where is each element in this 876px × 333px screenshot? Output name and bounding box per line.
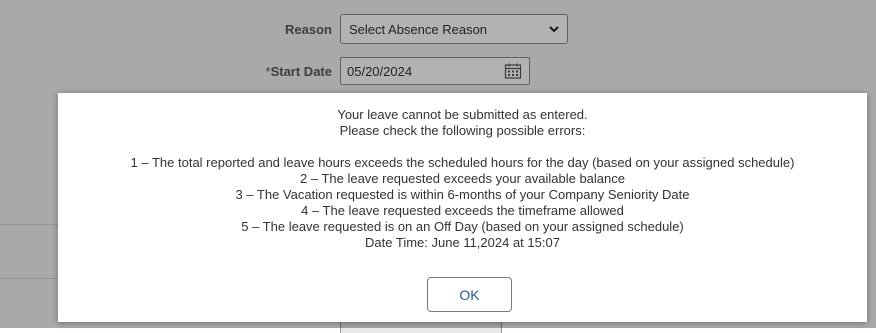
message-line: Your leave cannot be submitted as entere… (337, 107, 588, 122)
error-dialog: Your leave cannot be submitted as entere… (58, 93, 867, 322)
message-line: 4 – The leave requested exceeds the time… (301, 203, 624, 218)
message-line: Please check the following possible erro… (339, 123, 586, 138)
dialog-message: Your leave cannot be submitted as entere… (58, 107, 867, 251)
message-line: 5 – The leave requested is on an Off Day… (241, 219, 684, 234)
message-line: Date Time: June 11,2024 at 15:07 (365, 235, 560, 250)
ok-button[interactable]: OK (427, 277, 512, 312)
message-line (58, 139, 867, 155)
message-line: 3 – The Vacation requested is within 6-m… (235, 187, 690, 202)
message-line: 2 – The leave requested exceeds your ava… (300, 171, 625, 186)
message-line: 1 – The total reported and leave hours e… (130, 155, 795, 170)
